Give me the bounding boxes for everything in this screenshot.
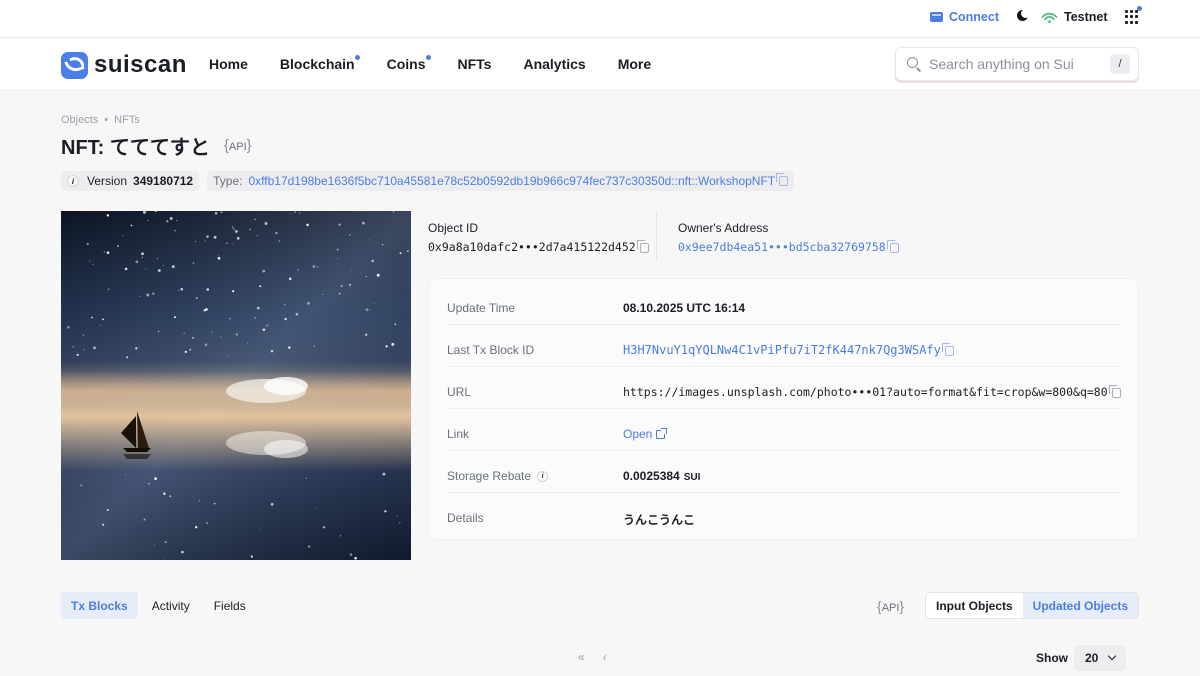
owner-label: Owner's Address [678, 221, 769, 235]
copy-icon[interactable] [776, 173, 789, 186]
nav-badge-dot [425, 55, 431, 60]
object-id-value[interactable]: 0x9a8a10dafc2•••2d7a415122d452 [428, 240, 636, 254]
connect-label: Connect [949, 10, 999, 24]
tabs: Tx Blocks Activity Fields [61, 592, 256, 619]
tx-block-link[interactable]: H3H7NvuY1qYQLNw4C1vPiPfu7iT2fK447nk7Qg3W… [623, 343, 941, 357]
detail-key: Details [447, 511, 484, 525]
nav-item-analytics[interactable]: Analytics [523, 56, 585, 72]
detail-row: URL https://images.unsplash.com/photo•••0… [447, 367, 1121, 409]
object-id-label: Object ID [428, 221, 479, 235]
detail-key: Last Tx Block ID [447, 343, 535, 357]
detail-key: URL [447, 385, 472, 399]
version-value: 349180712 [133, 174, 194, 188]
segment-updated-objects[interactable]: Updated Objects [1022, 593, 1139, 618]
detail-value: 0.0025384 SUI [623, 469, 701, 483]
nav-item-coins[interactable]: Coins [387, 55, 431, 72]
connect-button[interactable]: Connect [930, 10, 999, 24]
nav-item-more[interactable]: More [618, 56, 651, 72]
first-page-button[interactable]: « [578, 650, 585, 664]
main-navbar: suiscan Home Blockchain Coins NFTs Analytics… [0, 38, 1200, 91]
nft-image-art [61, 211, 411, 560]
nav-menu: Home Blockchain Coins NFTs Analytics More [209, 55, 683, 72]
search-box[interactable]: / [895, 47, 1139, 81]
prev-page-button[interactable]: ‹ [603, 650, 607, 664]
detail-value: H3H7NvuY1qYQLNw4C1vPiPfu7iT2fK447nk7Qg3W… [623, 342, 954, 357]
detail-row: Update Time 08.10.2025 UTC 16:14 [447, 283, 1120, 325]
detail-row: Storage Rebate i 0.0025384 SUI [447, 451, 1120, 493]
detail-key: Storage Rebate i [447, 469, 549, 483]
chevron-down-icon [1107, 651, 1117, 661]
info-icon[interactable]: i [537, 470, 549, 482]
type-label: Type: [213, 174, 243, 188]
search-shortcut-key: / [1110, 54, 1130, 74]
apps-grid-icon[interactable] [1125, 10, 1139, 24]
page-size-value: 20 [1085, 651, 1099, 665]
search-icon [907, 57, 922, 72]
owner-block: Owner's Address 0x9ee7db4ea51•••bd5cba32… [678, 211, 918, 261]
object-id-block: Object ID 0x9a8a10dafc2•••2d7a415122d452 [428, 211, 649, 261]
page-title: NFT: てててすと {API} [61, 131, 252, 160]
breadcrumb-objects[interactable]: Objects [61, 114, 98, 126]
copy-icon[interactable] [941, 342, 954, 356]
search-input[interactable] [929, 54, 1099, 74]
breadcrumb: Objects • NFTs [61, 114, 140, 126]
open-link[interactable]: Open [623, 427, 652, 441]
divider [656, 211, 657, 261]
detail-value: https://images.unsplash.com/photo•••01?a… [623, 384, 1121, 399]
nav-item-nfts[interactable]: NFTs [458, 56, 492, 72]
detail-row: Details うんこうんこ [447, 493, 1120, 535]
logo-text: suiscan [94, 51, 187, 78]
copy-icon[interactable] [886, 239, 899, 253]
utility-bar: Connect Testnet [0, 0, 1200, 38]
network-label: Testnet [1064, 10, 1108, 24]
details-card: Update Time 08.10.2025 UTC 16:14 Last Tx B… [428, 278, 1139, 540]
suiscan-logo-icon [61, 51, 88, 79]
sui-unit: SUI [683, 472, 701, 483]
owner-address-link[interactable]: 0x9ee7db4ea51•••bd5cba32769758 [678, 240, 886, 254]
copy-icon[interactable] [1108, 384, 1121, 398]
detail-value: 08.10.2025 UTC 16:14 [623, 301, 746, 315]
signal-icon [1041, 12, 1058, 23]
tab-activity[interactable]: Activity [142, 592, 200, 619]
page-size-select[interactable]: 20 [1074, 645, 1126, 671]
dark-mode-toggle[interactable] [1016, 9, 1030, 23]
breadcrumb-separator: • [104, 114, 109, 126]
show-label: Show [1036, 651, 1068, 665]
copy-icon[interactable] [636, 239, 649, 253]
logo[interactable]: suiscan [61, 51, 187, 79]
notification-dot [1137, 6, 1142, 11]
objects-segment-control: Input Objects Updated Objects [925, 592, 1140, 619]
nav-badge-dot [354, 55, 360, 60]
tab-fields[interactable]: Fields [204, 592, 256, 619]
api-link[interactable]: {API} [224, 137, 252, 154]
breadcrumb-nfts[interactable]: NFTs [114, 114, 140, 126]
page-title-text: NFT: てててすと [61, 137, 210, 159]
pagination: « ‹ [578, 650, 607, 664]
type-chip: Type: 0xffb17d198be1636f5bc710a45581e78c… [207, 171, 795, 191]
network-selector[interactable]: Testnet [1041, 10, 1108, 24]
detail-value: Open [623, 427, 668, 441]
version-label: Version [87, 174, 128, 188]
version-chip: i Version 349180712 [61, 171, 200, 191]
url-value: https://images.unsplash.com/photo•••01?a… [623, 385, 1108, 399]
api-link[interactable]: {API} [877, 598, 904, 614]
meta-row: i Version 349180712 Type: 0xffb17d198be1… [61, 171, 795, 191]
nft-image [61, 211, 411, 560]
detail-value: うんこうんこ [623, 513, 696, 527]
segment-input-objects[interactable]: Input Objects [926, 593, 1023, 618]
type-value-link[interactable]: 0xffb17d198be1636f5bc710a45581e78c52b059… [248, 174, 775, 188]
detail-key: Update Time [447, 301, 516, 315]
info-icon[interactable]: i [67, 175, 79, 187]
tab-tx-blocks[interactable]: Tx Blocks [61, 592, 138, 619]
external-link-icon[interactable] [656, 428, 668, 440]
wallet-icon [930, 12, 943, 22]
detail-row: Link Open [447, 409, 1120, 451]
nav-item-home[interactable]: Home [209, 56, 248, 72]
detail-row: Last Tx Block ID H3H7NvuY1qYQLNw4C1vPiPfu… [447, 325, 1120, 367]
nav-item-blockchain[interactable]: Blockchain [280, 55, 360, 72]
detail-key: Link [447, 427, 470, 441]
